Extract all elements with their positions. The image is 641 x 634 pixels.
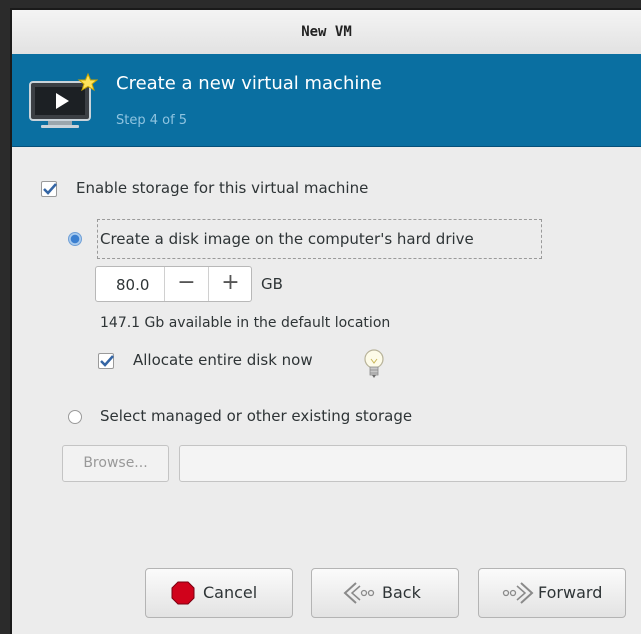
forward-arrow-icon <box>502 582 534 604</box>
virtual-machine-icon <box>26 72 99 130</box>
decrease-button[interactable]: − <box>164 267 208 301</box>
storage-path-input[interactable] <box>179 445 627 482</box>
cancel-button[interactable]: Cancel <box>145 568 293 618</box>
create-disk-radio[interactable] <box>68 232 82 246</box>
enable-storage-label: Enable storage for this virtual machine <box>76 179 369 197</box>
create-disk-label[interactable]: Create a disk image on the computer's ha… <box>100 230 474 248</box>
forward-button[interactable]: Forward <box>478 568 626 618</box>
available-space-text: 147.1 Gb available in the default locati… <box>100 315 391 331</box>
new-vm-dialog: New VM Create a new virtual machine Step… <box>10 8 641 634</box>
disk-size-value[interactable]: 80.0 <box>116 276 149 294</box>
browse-button[interactable]: Browse... <box>62 445 169 482</box>
increase-button[interactable]: + <box>208 267 252 301</box>
back-arrow-icon <box>343 582 375 604</box>
disk-size-stepper[interactable]: 80.0 − + <box>95 266 252 302</box>
lightbulb-hint-icon[interactable] <box>362 348 386 382</box>
checkmark-icon <box>100 355 114 367</box>
allocate-disk-label: Allocate entire disk now <box>133 351 313 369</box>
back-label: Back <box>382 583 421 602</box>
allocate-disk-checkbox[interactable] <box>98 353 114 369</box>
window-title: New VM <box>12 10 641 55</box>
step-indicator: Step 4 of 5 <box>116 113 188 128</box>
enable-storage-checkbox[interactable] <box>41 181 57 197</box>
size-unit-label: GB <box>261 275 283 293</box>
checkmark-icon <box>43 183 57 195</box>
cancel-label: Cancel <box>203 583 258 602</box>
stop-icon <box>171 581 195 605</box>
forward-label: Forward <box>538 583 603 602</box>
header-title: Create a new virtual machine <box>116 73 382 94</box>
header-banner: Create a new virtual machine Step 4 of 5 <box>12 54 641 147</box>
back-button[interactable]: Back <box>311 568 459 618</box>
managed-storage-label[interactable]: Select managed or other existing storage <box>100 407 412 425</box>
managed-storage-radio[interactable] <box>68 410 82 424</box>
